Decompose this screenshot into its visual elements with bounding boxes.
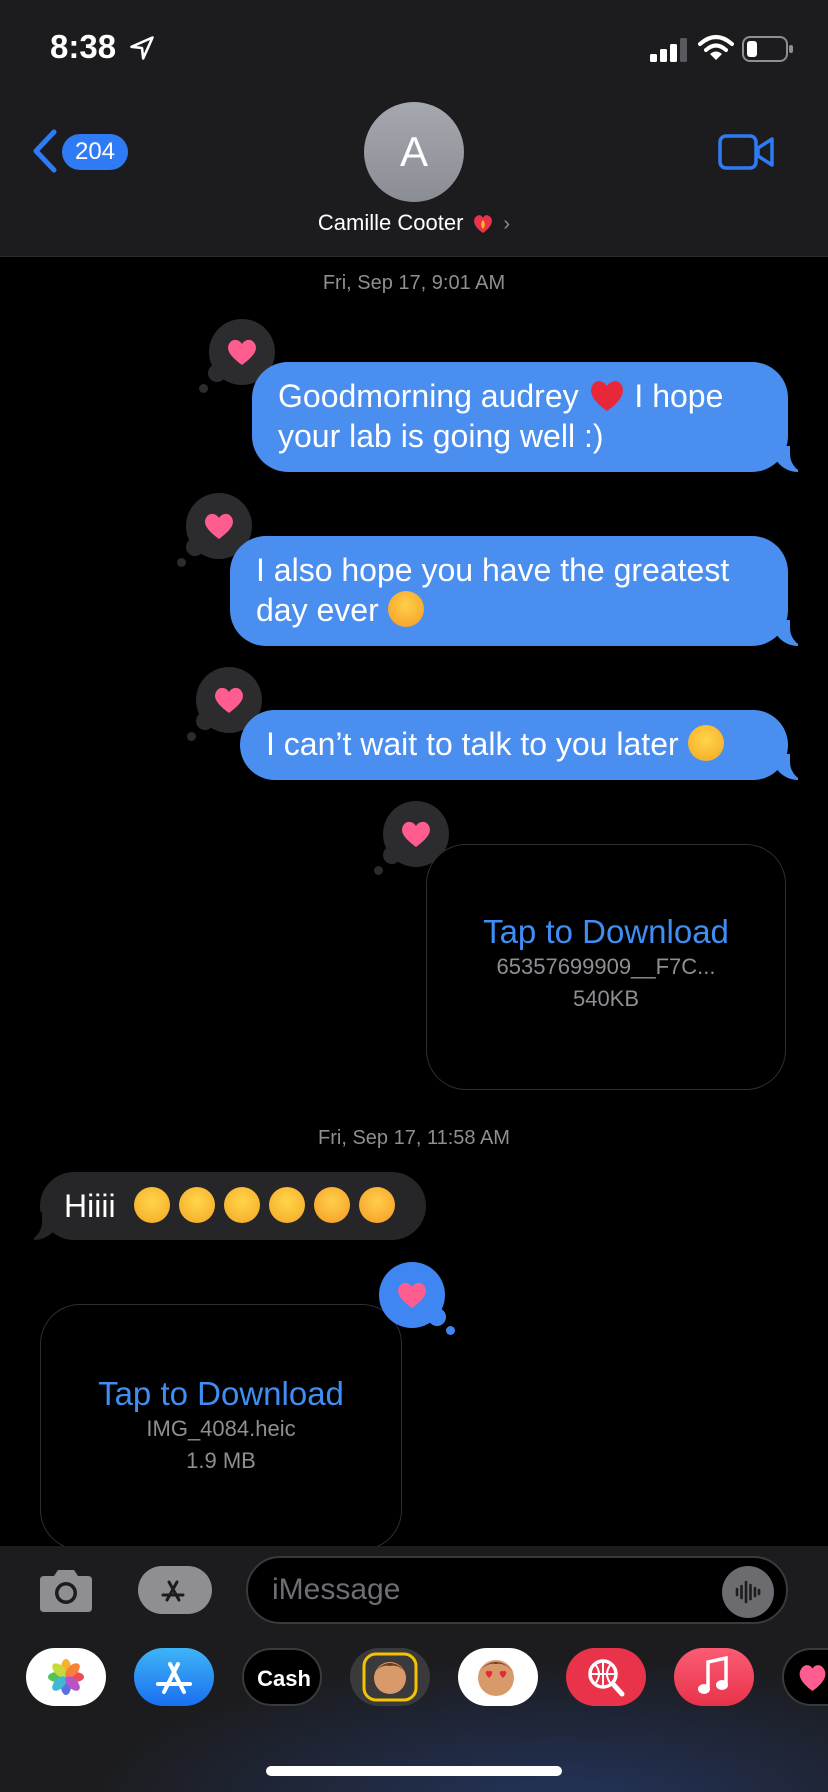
app-store-app-button[interactable] <box>134 1648 214 1706</box>
tap-to-download-link[interactable]: Tap to Download <box>41 1375 401 1413</box>
wifi-icon <box>698 35 734 60</box>
message-text: I also hope you have the greatest day ev… <box>256 552 730 628</box>
camera-icon[interactable] <box>36 1568 96 1614</box>
smiling-face-with-hearts-emoji-icon <box>387 591 424 627</box>
digital-touch-heart-icon <box>799 1665 826 1691</box>
message-input-bar <box>0 1546 828 1632</box>
tapback-tail-dot <box>446 1326 455 1335</box>
attachment-size: 1.9 MB <box>186 1448 256 1473</box>
grinning-face-emoji-icon <box>269 1187 306 1223</box>
grinning-face-emoji-icon <box>134 1187 171 1223</box>
globe-search-icon <box>588 1659 625 1697</box>
back-chevron-icon[interactable] <box>30 128 60 174</box>
message-text: I can’t wait to talk to you later <box>266 726 679 762</box>
sent-message-bubble[interactable]: Goodmorning audrey I hope your lab is go… <box>252 362 788 472</box>
contact-name-button[interactable]: Camille Cooter › <box>0 210 828 236</box>
app-store-icon <box>161 1580 185 1602</box>
home-indicator[interactable] <box>266 1766 562 1776</box>
tapback-tail-dot <box>199 384 208 393</box>
grinning-face-emoji-icon <box>224 1187 261 1223</box>
apple-cash-app-button[interactable]: Cash <box>242 1648 322 1706</box>
audio-message-button[interactable] <box>722 1566 774 1618</box>
photos-icon <box>48 1659 84 1695</box>
tapback-tail-dot <box>374 866 383 875</box>
chevron-right-icon: › <box>503 213 511 235</box>
animoji-stickers-app-button[interactable] <box>458 1648 538 1706</box>
attachment-download-card[interactable]: Tap to Download IMG_4084.heic 1.9 MB <box>40 1304 402 1550</box>
message-timestamp: Fri, Sep 17, 11:58 AM <box>318 1127 510 1149</box>
heart-on-fire-emoji-icon <box>474 215 493 233</box>
attachment-filename: IMG_4084.heic <box>146 1416 296 1441</box>
heart-icon <box>215 687 243 713</box>
tapback-tail-dot <box>177 558 186 567</box>
heart-icon <box>228 339 256 365</box>
unread-count-badge[interactable]: 204 <box>62 134 128 170</box>
sent-message-bubble[interactable]: I can’t wait to talk to you later <box>240 710 788 780</box>
smiling-face-with-hearts-emoji-icon <box>358 1187 395 1223</box>
cellular-signal-icon <box>650 38 687 62</box>
waveform-icon <box>735 1580 761 1604</box>
heart-icon <box>402 821 430 847</box>
heart-icon <box>398 1282 426 1308</box>
facetime-video-icon[interactable] <box>718 134 774 170</box>
memoji-stickers-icon <box>478 1660 514 1696</box>
location-arrow-icon <box>130 36 154 60</box>
digital-touch-app-button[interactable] <box>782 1648 828 1706</box>
smiling-face-with-hearts-emoji-icon <box>314 1187 350 1223</box>
photos-app-button[interactable] <box>26 1648 106 1706</box>
attachment-download-card[interactable]: Tap to Download 65357699909__F7C... 540K… <box>426 844 786 1090</box>
red-heart-emoji-icon <box>590 381 623 411</box>
tapback-tail-dot <box>428 1308 446 1326</box>
app-store-drawer-button[interactable] <box>138 1566 212 1614</box>
imessage-app-drawer: Cash <box>0 1632 828 1792</box>
app-store-icon <box>156 1662 192 1694</box>
message-text: Goodmorning audrey <box>278 378 579 414</box>
grinning-face-emoji-icon <box>179 1187 216 1223</box>
status-time: 8:38 <box>50 28 117 65</box>
image-search-app-button[interactable] <box>566 1648 646 1706</box>
tapback-tail-dot <box>187 732 196 741</box>
grinning-face-emoji-icon <box>687 725 724 761</box>
imessage-text-field[interactable] <box>246 1556 788 1624</box>
battery-icon <box>742 36 793 62</box>
music-note-icon <box>698 1655 728 1694</box>
conversation-header: 8:38 204 A Camille Cooter › <box>0 0 828 257</box>
apple-cash-label: Cash <box>257 1666 311 1691</box>
memoji-icon <box>362 1652 418 1702</box>
sent-message-bubble[interactable]: I also hope you have the greatest day ev… <box>230 536 788 646</box>
music-app-button[interactable] <box>674 1648 754 1706</box>
received-message-bubble[interactable]: Hiiii <box>40 1172 426 1240</box>
contact-name: Camille Cooter <box>317 210 464 235</box>
attachment-size: 540KB <box>572 986 640 1011</box>
memoji-app-button[interactable] <box>350 1648 430 1706</box>
heart-icon <box>205 513 233 539</box>
attachment-filename: 65357699909__F7C... <box>496 954 716 979</box>
tap-to-download-link[interactable]: Tap to Download <box>427 913 785 951</box>
message-text: Hiiii <box>64 1188 116 1224</box>
contact-avatar[interactable]: A <box>364 102 464 202</box>
message-timestamp: Fri, Sep 17, 9:01 AM <box>322 272 506 294</box>
